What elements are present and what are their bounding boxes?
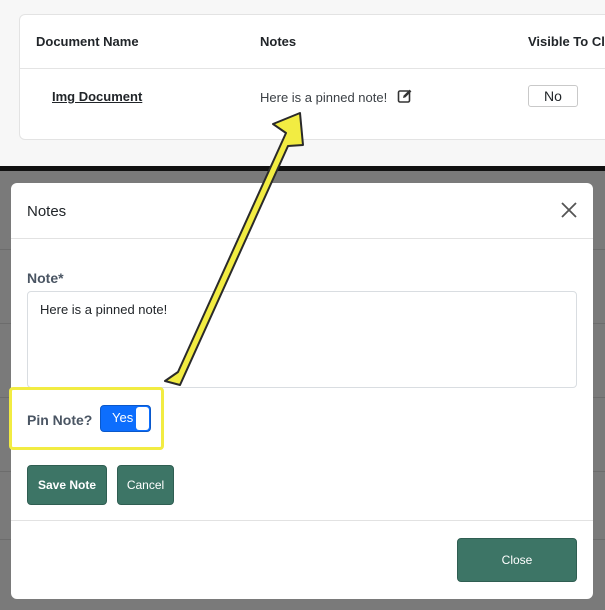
column-header-notes: Notes: [260, 34, 297, 49]
documents-section: Document Name Notes Visible To Cli Img D…: [0, 0, 605, 166]
column-header-document-name: Document Name: [36, 34, 139, 49]
save-note-button[interactable]: Save Note: [27, 465, 107, 505]
modal-footer-divider: [11, 520, 593, 521]
note-label: Note*: [27, 270, 64, 286]
documents-table: Document Name Notes Visible To Cli Img D…: [19, 14, 605, 140]
note-textarea[interactable]: Here is a pinned note!: [27, 291, 577, 388]
document-link[interactable]: Img Document: [52, 89, 142, 104]
close-icon[interactable]: [560, 201, 578, 219]
modal-header-divider: [11, 238, 593, 239]
column-header-visible-to-client: Visible To Cli: [528, 34, 605, 49]
modal-title: Notes: [27, 203, 67, 220]
annotation-highlight-box: [9, 387, 164, 450]
visible-to-client-toggle[interactable]: No: [528, 85, 578, 107]
note-preview: Here is a pinned note!: [260, 90, 388, 105]
close-button[interactable]: Close: [457, 538, 577, 582]
table-divider: [20, 68, 605, 69]
cancel-button[interactable]: Cancel: [117, 465, 174, 505]
edit-icon[interactable]: [397, 88, 413, 104]
